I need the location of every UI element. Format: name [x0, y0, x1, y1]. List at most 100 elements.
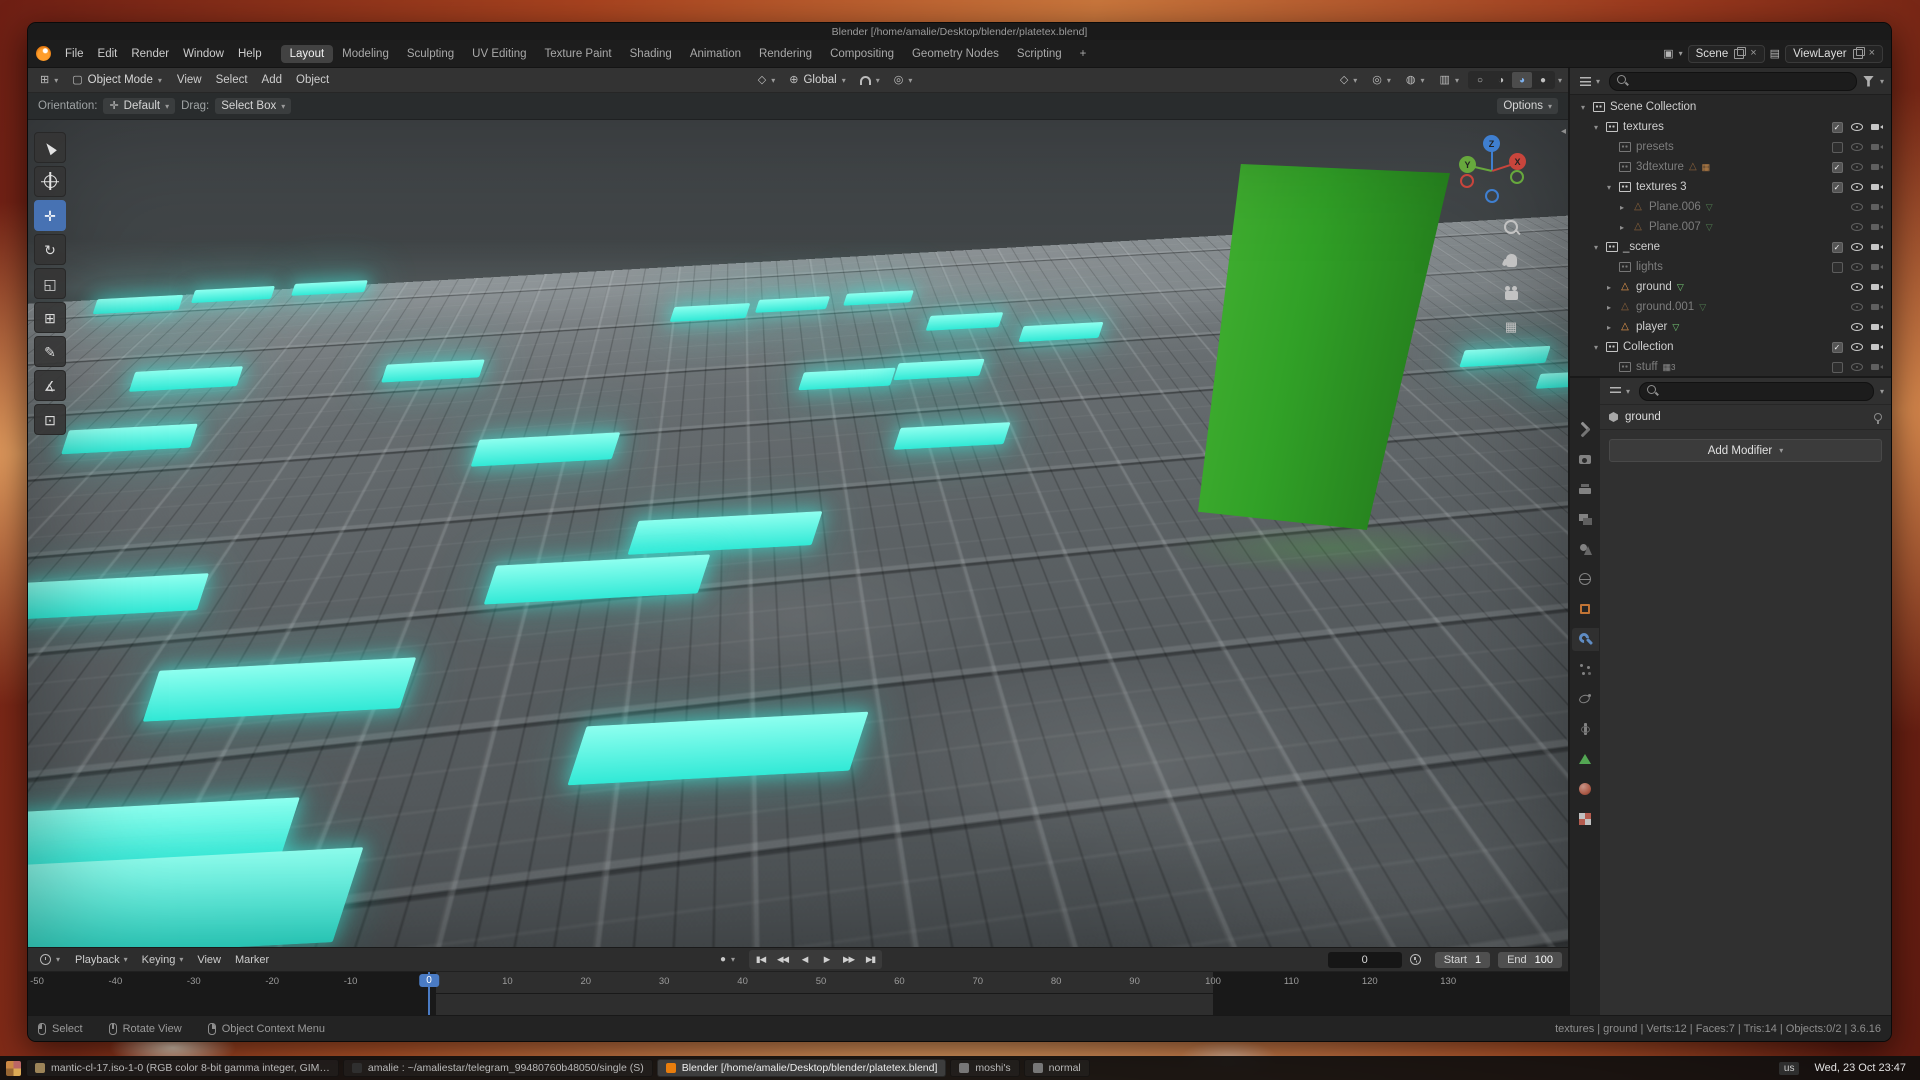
- axis-x-neg-handle[interactable]: [1460, 174, 1474, 188]
- timeline-menu-keying[interactable]: Keying▾: [135, 951, 191, 969]
- properties-tab-output[interactable]: [1572, 478, 1599, 501]
- tool-transform[interactable]: ⊞: [34, 302, 66, 333]
- outliner-row-3dtexture[interactable]: 3dtexture△▦✓: [1570, 157, 1891, 177]
- taskbar-window[interactable]: amalie : ~/amaliestar/telegram_99480760b…: [343, 1059, 653, 1077]
- viewlayer-selector[interactable]: ViewLayer ×: [1785, 45, 1883, 63]
- workspace-tab-compositing[interactable]: Compositing: [821, 45, 903, 63]
- workspace-tab-layout[interactable]: Layout: [281, 45, 334, 63]
- workspace-tab-modeling[interactable]: Modeling: [333, 45, 398, 63]
- disable-render-toggle[interactable]: [1869, 141, 1885, 153]
- taskbar-window[interactable]: mantic-cl-17.iso-1-0 (RGB color 8-bit ga…: [26, 1059, 339, 1077]
- axis-z-neg-handle[interactable]: [1485, 189, 1499, 203]
- properties-tab-scene[interactable]: [1572, 538, 1599, 561]
- toggle-xray-button[interactable]: ▥▾: [1434, 73, 1465, 88]
- collection-checkbox[interactable]: ✓: [1829, 242, 1845, 253]
- tool-move[interactable]: ✛: [34, 200, 66, 231]
- outliner-row-textures-3[interactable]: ▾textures 3✓: [1570, 177, 1891, 197]
- properties-options-caret[interactable]: ▾: [1880, 387, 1884, 396]
- prev-keyframe-button[interactable]: ◀◀: [772, 951, 793, 968]
- shading-solid-button[interactable]: ◑: [1491, 72, 1511, 88]
- taskbar-window[interactable]: Blender [/home/amalie/Desktop/blender/pl…: [657, 1059, 947, 1077]
- hide-viewport-toggle[interactable]: [1849, 301, 1865, 313]
- properties-tab-material[interactable]: [1572, 778, 1599, 801]
- collection-checkbox[interactable]: [1829, 262, 1845, 273]
- frame-end-field[interactable]: End100: [1498, 952, 1562, 968]
- tool-cursor[interactable]: [34, 166, 66, 197]
- transform-orientation-select[interactable]: ⊕Global▾: [783, 72, 851, 88]
- viewport-menu-select[interactable]: Select: [209, 71, 255, 89]
- disable-render-toggle[interactable]: [1869, 361, 1885, 373]
- new-viewlayer-icon[interactable]: [1853, 49, 1863, 59]
- blender-logo-icon[interactable]: [36, 46, 51, 61]
- menu-help[interactable]: Help: [231, 45, 269, 63]
- hide-viewport-toggle[interactable]: [1849, 361, 1865, 373]
- timeline-menu-marker[interactable]: Marker: [228, 951, 276, 969]
- transform-pivot-button[interactable]: ◇▾: [752, 73, 781, 88]
- workspace-tab-animation[interactable]: Animation: [681, 45, 750, 63]
- outliner-row-presets[interactable]: presets: [1570, 137, 1891, 157]
- remove-viewlayer-icon[interactable]: ×: [1869, 48, 1875, 59]
- keyboard-layout-indicator[interactable]: us: [1779, 1062, 1800, 1075]
- new-scene-icon[interactable]: [1734, 49, 1744, 59]
- axis-y-neg-handle[interactable]: [1510, 170, 1524, 184]
- hide-viewport-toggle[interactable]: [1849, 261, 1865, 273]
- workspace-tab-rendering[interactable]: Rendering: [750, 45, 821, 63]
- outliner-search[interactable]: [1609, 72, 1857, 91]
- timeline-menu-playback[interactable]: Playback▾: [68, 951, 135, 969]
- properties-tab-data[interactable]: [1572, 748, 1599, 771]
- outliner-row-ground[interactable]: ▸△ground▽: [1570, 277, 1891, 297]
- outliner-row-stuff[interactable]: stuff▦3: [1570, 357, 1891, 376]
- properties-tab-render[interactable]: [1572, 448, 1599, 471]
- drag-select[interactable]: Select Box▾: [215, 98, 291, 114]
- disclosure-icon[interactable]: ▸: [1604, 303, 1614, 312]
- taskbar-window[interactable]: normal: [1024, 1059, 1090, 1077]
- disable-render-toggle[interactable]: [1869, 301, 1885, 313]
- viewport-menu-add[interactable]: Add: [255, 71, 289, 89]
- timeline-editor-type-button[interactable]: ▾: [34, 952, 66, 967]
- outliner-row-lights[interactable]: lights: [1570, 257, 1891, 277]
- viewport-menu-view[interactable]: View: [170, 71, 209, 89]
- pin-icon[interactable]: [1874, 413, 1882, 421]
- jump-end-button[interactable]: ▶▮: [860, 951, 881, 968]
- disable-render-toggle[interactable]: [1869, 321, 1885, 333]
- outliner-row-ground-001[interactable]: ▸△ground.001▽: [1570, 297, 1891, 317]
- properties-tab-particles[interactable]: [1572, 658, 1599, 681]
- camera-button[interactable]: [1500, 282, 1522, 304]
- collection-checkbox[interactable]: ✓: [1829, 182, 1845, 193]
- hide-viewport-toggle[interactable]: [1849, 321, 1865, 333]
- axis-x-handle[interactable]: X: [1509, 153, 1526, 170]
- collection-checkbox[interactable]: ✓: [1829, 342, 1845, 353]
- hide-viewport-toggle[interactable]: [1849, 141, 1865, 153]
- disclosure-icon[interactable]: ▸: [1617, 223, 1627, 232]
- collection-checkbox[interactable]: ✓: [1829, 122, 1845, 133]
- options-button[interactable]: Options▾: [1497, 98, 1558, 114]
- disclosure-icon[interactable]: ▾: [1591, 343, 1601, 352]
- hide-viewport-toggle[interactable]: [1849, 201, 1865, 213]
- timeline-ruler[interactable]: -50-40-30-20-100102030405060708090100110…: [28, 972, 1568, 1015]
- show-overlays-button[interactable]: ◍▾: [1400, 73, 1431, 88]
- workspace-tab-texture-paint[interactable]: Texture Paint: [536, 45, 621, 63]
- disable-render-toggle[interactable]: [1869, 121, 1885, 133]
- workspace-tab-scripting[interactable]: Scripting: [1008, 45, 1071, 63]
- show-gizmos-button[interactable]: ◎▾: [1366, 73, 1397, 88]
- properties-tab-object[interactable]: [1572, 598, 1599, 621]
- editor-type-button[interactable]: ⊞▾: [34, 73, 64, 88]
- outliner-options-caret[interactable]: ▾: [1880, 77, 1884, 86]
- viewport-menu-object[interactable]: Object: [289, 71, 336, 89]
- shading-wireframe-button[interactable]: ○: [1470, 72, 1490, 88]
- menu-edit[interactable]: Edit: [91, 45, 125, 63]
- disclosure-icon[interactable]: ▾: [1591, 123, 1601, 132]
- disclosure-icon[interactable]: ▸: [1604, 323, 1614, 332]
- playback-sync-button[interactable]: [1404, 952, 1427, 967]
- menu-window[interactable]: Window: [176, 45, 231, 63]
- properties-editor-type-button[interactable]: ▾: [1607, 385, 1633, 398]
- properties-search[interactable]: [1639, 382, 1874, 401]
- disclosure-icon[interactable]: ▾: [1591, 243, 1601, 252]
- shading-rendered-button[interactable]: ●: [1533, 72, 1553, 88]
- proportional-editing-toggle[interactable]: ◎▾: [888, 73, 919, 88]
- properties-tab-tool[interactable]: [1572, 418, 1599, 441]
- taskbar-clock[interactable]: Wed, 23 Oct 23:47: [1814, 1062, 1906, 1074]
- current-frame-field[interactable]: 0: [1328, 952, 1402, 968]
- viewport-3d[interactable]: ✛↻◱⊞✎∡⊡ Z X Y ▦ ◂: [28, 120, 1568, 947]
- timeline-menu-view[interactable]: View: [190, 951, 228, 969]
